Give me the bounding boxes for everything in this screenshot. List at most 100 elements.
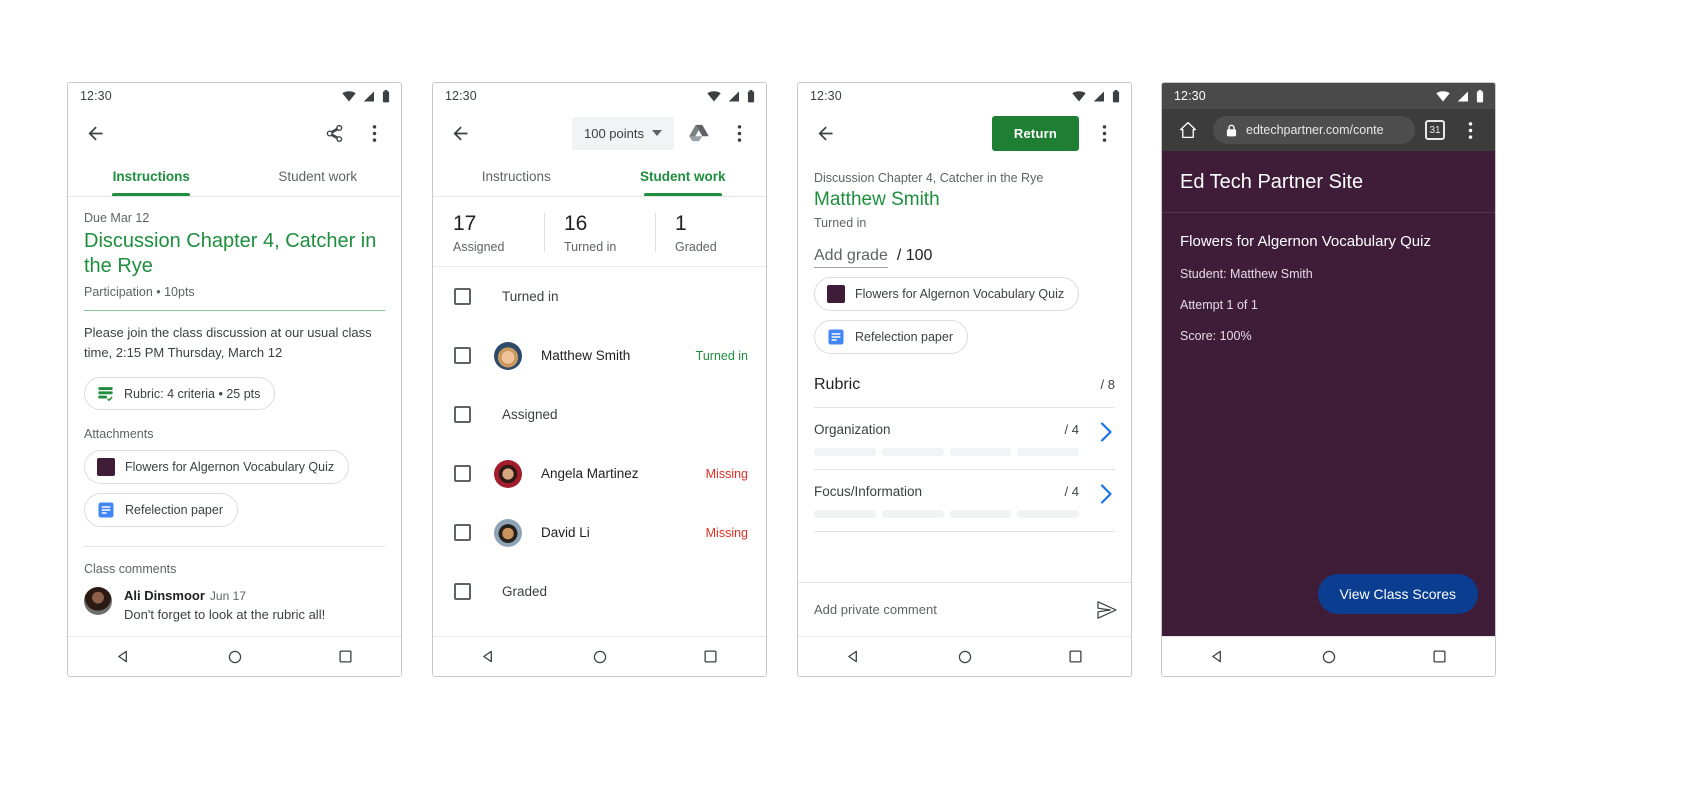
- nav-home-button[interactable]: [580, 637, 620, 677]
- wifi-icon: [1072, 90, 1086, 101]
- tab-student-work[interactable]: Student work: [235, 157, 402, 196]
- send-comment-button[interactable]: [1097, 600, 1117, 619]
- nav-recents-button[interactable]: [326, 637, 366, 677]
- tab-bar: Instructions Student work: [433, 157, 766, 197]
- level-bar: [814, 448, 876, 456]
- avatar: [494, 459, 522, 488]
- group-header-graded[interactable]: Graded: [433, 562, 766, 621]
- stat-value: 17: [453, 212, 477, 235]
- criterion-expand-button[interactable]: [1100, 484, 1113, 504]
- level-bar: [949, 510, 1012, 518]
- nav-back-triangle-icon: [1212, 650, 1221, 663]
- browser-menu-button[interactable]: [1455, 115, 1485, 145]
- nav-recents-button[interactable]: [1420, 637, 1460, 677]
- criterion-expand-button[interactable]: [1100, 422, 1113, 442]
- back-arrow-icon: [453, 126, 467, 140]
- screenshot-stage: 12:30 Instructions Student work Due Mar …: [0, 0, 1698, 812]
- result-line-attempt: Attempt 1 of 1: [1180, 298, 1258, 312]
- comment-item[interactable]: Ali Dinsmoor Jun 17 Don't forget to look …: [84, 576, 385, 622]
- student-work-body: 17 Assigned 16 Turned in 1 Graded Turned…: [433, 197, 766, 636]
- attachment-quiz[interactable]: Flowers for Algernon Vocabulary Quiz: [814, 277, 1080, 311]
- nav-home-button[interactable]: [945, 637, 985, 677]
- status-badge: Turned in: [695, 348, 748, 363]
- status-system-icons: [1436, 89, 1484, 103]
- student-checkbox[interactable]: [454, 347, 471, 364]
- view-class-scores-button[interactable]: View Class Scores: [1317, 574, 1478, 614]
- url-bar[interactable]: edtechpartner.com/conte: [1213, 116, 1415, 144]
- attachment-doc[interactable]: Refelection paper: [84, 493, 238, 527]
- nav-recents-button[interactable]: [1056, 637, 1096, 677]
- grading-body: Discussion Chapter 4, Catcher in the Rye…: [798, 157, 1131, 636]
- back-button[interactable]: [445, 118, 475, 148]
- student-checkbox[interactable]: [454, 465, 471, 482]
- student-checkbox[interactable]: [454, 524, 471, 541]
- tab-student-work[interactable]: Student work: [600, 157, 767, 196]
- site-body: Flowers for Algernon Vocabulary Quiz Stu…: [1162, 213, 1495, 343]
- submission-state: Turned in: [814, 216, 867, 230]
- tab-instructions[interactable]: Instructions: [433, 157, 600, 196]
- criterion-levels: [814, 448, 1115, 456]
- home-button[interactable]: [1173, 115, 1203, 145]
- group-header-turned-in[interactable]: Turned in: [433, 267, 766, 326]
- attachment-quiz[interactable]: Flowers for Algernon Vocabulary Quiz: [84, 450, 350, 484]
- group-header-assigned[interactable]: Assigned: [433, 385, 766, 444]
- nav-home-circle-icon: [1322, 650, 1335, 663]
- nav-home-circle-icon: [228, 650, 241, 663]
- attachment-quiz-label: Flowers for Algernon Vocabulary Quiz: [125, 460, 335, 474]
- google-docs-icon: [828, 329, 844, 345]
- more-vertical-icon: [372, 124, 376, 142]
- rubric-criterion-focus-information[interactable]: Focus/Information / 4: [814, 470, 1115, 518]
- class-comments-label: Class comments: [84, 562, 177, 576]
- group-label: Graded: [502, 584, 548, 599]
- nav-home-button[interactable]: [1309, 637, 1349, 677]
- return-button[interactable]: Return: [991, 115, 1079, 151]
- group-checkbox[interactable]: [454, 406, 471, 423]
- group-checkbox[interactable]: [454, 288, 471, 305]
- grading-detail: Discussion Chapter 4, Catcher in the Rye…: [798, 157, 1131, 532]
- android-nav-bar: [798, 636, 1131, 676]
- tab-bar: Instructions Student work: [68, 157, 401, 197]
- stat-label: Turned in: [564, 240, 617, 254]
- tab-instructions[interactable]: Instructions: [68, 157, 235, 196]
- more-options-button[interactable]: [359, 118, 389, 148]
- google-drive-button[interactable]: [684, 118, 714, 148]
- points-dropdown[interactable]: 100 points: [572, 116, 674, 150]
- criterion-top: Focus/Information / 4: [814, 484, 1115, 499]
- student-name: Angela Martinez: [541, 466, 639, 481]
- google-drive-icon: [689, 124, 709, 142]
- level-bar: [949, 448, 1012, 456]
- more-options-button[interactable]: [1089, 118, 1119, 148]
- more-vertical-icon: [1468, 121, 1472, 139]
- result-line-student: Student: Matthew Smith: [1180, 267, 1313, 281]
- table-row[interactable]: David Li Missing: [433, 503, 766, 562]
- tab-count-button[interactable]: 31: [1425, 120, 1445, 140]
- criterion-divider: [814, 531, 1115, 532]
- due-date: Due Mar 12: [84, 211, 150, 225]
- nav-recents-button[interactable]: [691, 637, 731, 677]
- add-grade-input[interactable]: Add grade: [814, 247, 888, 268]
- back-button[interactable]: [810, 118, 840, 148]
- nav-recents-square-icon: [704, 650, 717, 663]
- web-page: Ed Tech Partner Site Flowers for Algerno…: [1162, 151, 1495, 636]
- rubric-chip-label: Rubric: 4 criteria • 25 pts: [124, 386, 261, 401]
- nav-back-button[interactable]: [469, 637, 509, 677]
- table-row[interactable]: Matthew Smith Turned in: [433, 326, 766, 385]
- student-name: Matthew Smith: [814, 189, 940, 210]
- share-button[interactable]: [319, 118, 349, 148]
- more-options-button[interactable]: [724, 118, 754, 148]
- nav-home-button[interactable]: [215, 637, 255, 677]
- nav-back-button[interactable]: [104, 637, 144, 677]
- nav-back-button[interactable]: [1198, 637, 1238, 677]
- rubric-criterion-organization[interactable]: Organization / 4: [814, 408, 1115, 456]
- private-comment-input[interactable]: Add private comment: [814, 602, 937, 617]
- attachment-doc[interactable]: Refelection paper: [814, 320, 968, 354]
- status-badge: Missing: [705, 525, 748, 540]
- nav-home-circle-icon: [958, 650, 971, 663]
- phone-3-grading: 12:30 Return Discussion Chapter 4, Catch…: [797, 82, 1132, 677]
- signal-icon: [1093, 91, 1104, 101]
- back-button[interactable]: [80, 118, 110, 148]
- group-checkbox[interactable]: [454, 583, 471, 600]
- table-row[interactable]: Angela Martinez Missing: [433, 444, 766, 503]
- rubric-chip[interactable]: Rubric: 4 criteria • 25 pts: [84, 377, 276, 410]
- nav-back-button[interactable]: [834, 637, 874, 677]
